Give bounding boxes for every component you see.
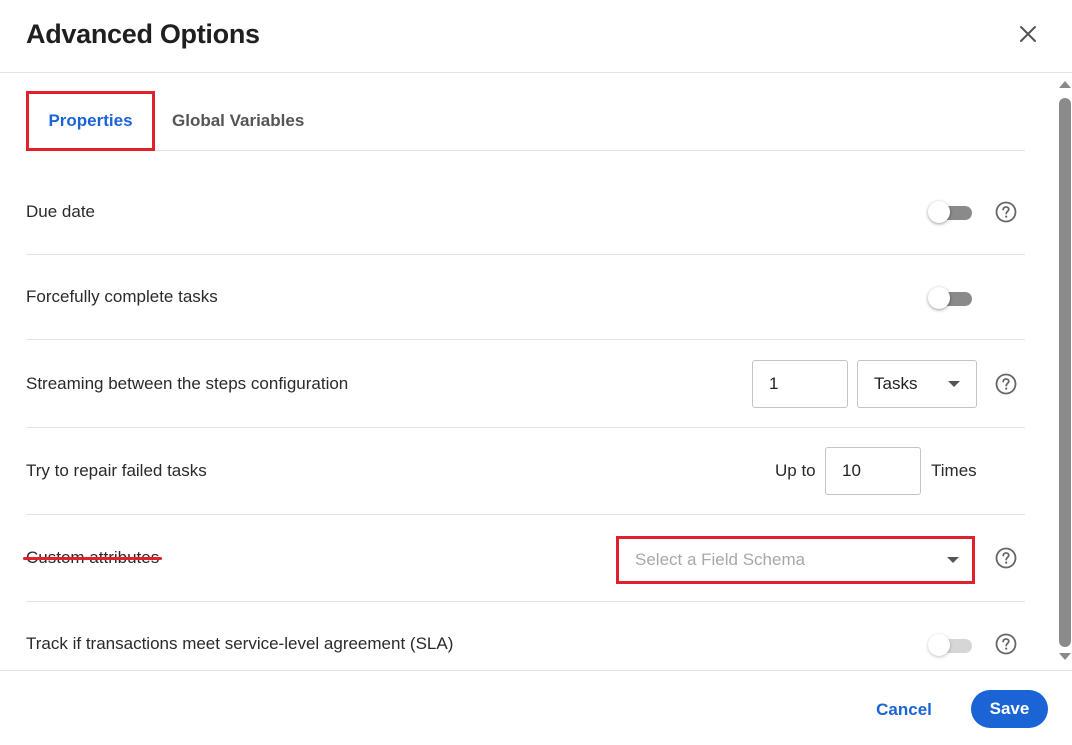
toggle-knob <box>928 201 950 223</box>
scrollbar[interactable] <box>1055 73 1072 670</box>
dialog-footer: Cancel Save <box>0 670 1072 745</box>
chevron-down-icon <box>948 381 960 387</box>
row-repair: Try to repair failed tasks Up to 10 Time… <box>26 428 1025 515</box>
toggle-knob <box>928 287 950 309</box>
help-circle-icon[interactable] <box>995 373 1017 395</box>
repair-times-value: 10 <box>842 461 861 480</box>
cancel-button[interactable]: Cancel <box>862 691 946 729</box>
scroll-down-arrow-icon[interactable] <box>1059 653 1071 660</box>
sla-toggle[interactable] <box>928 633 974 657</box>
close-button[interactable] <box>1016 22 1040 46</box>
streaming-unit-value: Tasks <box>874 374 918 393</box>
close-icon <box>1020 26 1036 42</box>
toggle-knob <box>928 634 950 656</box>
due-date-label: Due date <box>26 202 95 221</box>
row-force-complete: Forcefully complete tasks <box>26 255 1025 340</box>
repair-prefix: Up to <box>775 461 816 480</box>
field-schema-placeholder: Select a Field Schema <box>635 550 806 569</box>
field-schema-select[interactable]: Select a Field Schema <box>616 536 975 584</box>
streaming-count-input[interactable]: 1 <box>752 360 848 408</box>
row-sla: Track if transactions meet service-level… <box>26 602 1025 670</box>
chevron-down-icon <box>947 557 959 563</box>
force-complete-label: Forcefully complete tasks <box>26 287 218 306</box>
tab-properties[interactable]: Properties <box>26 91 155 151</box>
row-due-date: Due date <box>26 151 1025 255</box>
help-circle-icon[interactable] <box>995 201 1017 223</box>
dialog-title: Advanced Options <box>26 19 260 49</box>
annotation-underline <box>23 557 162 560</box>
scrollbar-thumb[interactable] <box>1059 98 1071 647</box>
streaming-count-value: 1 <box>769 374 779 393</box>
sla-label: Track if transactions meet service-level… <box>26 634 454 653</box>
dialog-header: Advanced Options <box>0 0 1072 73</box>
save-button[interactable]: Save <box>971 690 1048 728</box>
row-streaming: Streaming between the steps configuratio… <box>26 340 1025 428</box>
row-custom-attributes: Custom attributes Select a Field Schema <box>23 515 1025 602</box>
scroll-up-arrow-icon[interactable] <box>1059 81 1071 88</box>
force-complete-toggle[interactable] <box>928 286 974 310</box>
due-date-toggle[interactable] <box>928 200 974 224</box>
help-circle-icon[interactable] <box>995 547 1017 569</box>
repair-label: Try to repair failed tasks <box>26 461 207 480</box>
streaming-unit-select[interactable]: Tasks <box>857 360 977 408</box>
repair-suffix: Times <box>931 461 977 480</box>
tab-bar: Properties Global Variables <box>26 91 1025 151</box>
streaming-label: Streaming between the steps configuratio… <box>26 374 349 393</box>
help-circle-icon[interactable] <box>995 633 1017 655</box>
repair-times-input[interactable]: 10 <box>825 447 921 495</box>
tab-global-variables[interactable]: Global Variables <box>172 91 304 151</box>
